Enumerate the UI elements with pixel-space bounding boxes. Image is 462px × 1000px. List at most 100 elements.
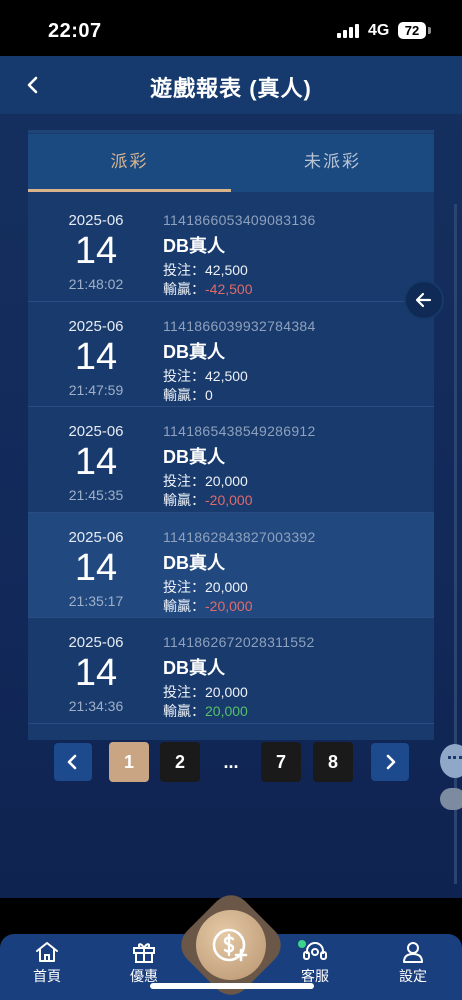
record-win: 輸贏：-42,500	[163, 279, 252, 299]
record-row[interactable]: 2025-06 14 21:35:17 1141862843827003392 …	[28, 512, 434, 618]
record-win: 輸贏：-20,000	[163, 596, 252, 616]
page-button-7[interactable]: 7	[261, 742, 301, 782]
bet-value: 20,000	[205, 684, 248, 700]
nav-item-support[interactable]: 客服	[285, 940, 345, 986]
bet-label: 投注：	[163, 578, 205, 595]
nav-item-promo[interactable]: 優惠	[114, 940, 174, 986]
page-ellipsis: ...	[223, 752, 239, 772]
record-day: 14	[74, 441, 118, 483]
nav-item-home[interactable]: 首頁	[17, 940, 77, 986]
record-row[interactable]: 2025-06 14 21:47:59 1141866039932784384 …	[28, 302, 434, 407]
nav-bar: 遊戲報表 (真人)	[0, 56, 462, 114]
record-game: DB真人	[163, 447, 225, 467]
home-icon	[36, 942, 58, 962]
record-bet: 投注：20,000	[163, 471, 248, 491]
nav-label-settings: 設定	[399, 968, 427, 984]
next-page-button[interactable]	[371, 743, 409, 781]
deposit-button[interactable]	[196, 910, 266, 980]
tab-underline	[28, 189, 231, 192]
record-time: 21:34:36	[68, 698, 124, 714]
win-label: 輸贏：	[163, 703, 205, 719]
bet-label: 投注：	[163, 473, 205, 489]
record-bet: 投注：20,000	[163, 682, 248, 702]
record-game: DB真人	[163, 341, 225, 362]
record-id: 1141862843827003392	[163, 528, 316, 545]
home-indicator	[150, 983, 314, 989]
prev-page-button[interactable]	[54, 743, 92, 781]
record-id: 1141865438549286912	[163, 423, 316, 439]
tab-paid-label: 派彩	[110, 152, 149, 171]
dollar-plus-icon	[212, 928, 248, 962]
record-id: 1141862672028311552	[163, 634, 315, 650]
record-row[interactable]: 2025-06 14 21:34:36 1141862672028311552 …	[28, 618, 434, 724]
gift-icon	[133, 943, 155, 963]
bet-value: 42,500	[205, 367, 248, 384]
bet-label: 投注：	[163, 262, 205, 278]
record-id: 1141866053409083136	[163, 212, 316, 228]
bet-value: 20,000	[205, 473, 248, 489]
record-win: 輸贏：-20,000	[163, 490, 252, 510]
battery-tip	[428, 27, 431, 34]
record-id: 1141866039932784384	[163, 317, 316, 334]
tab-unpaid[interactable]: 未派彩	[231, 134, 434, 192]
bet-value: 20,000	[205, 578, 248, 595]
record-month: 2025-06	[68, 634, 124, 651]
pagination: 1 2 ... 7 8	[0, 742, 462, 786]
arrow-left-icon	[415, 292, 432, 308]
record-month: 2025-06	[68, 317, 124, 335]
page-button-8[interactable]: 8	[313, 742, 353, 782]
tab-bar: 派彩 未派彩	[28, 134, 434, 192]
floating-toggle[interactable]	[440, 788, 462, 810]
win-value: 20,000	[205, 703, 248, 719]
record-month: 2025-06	[68, 423, 124, 440]
win-value: -20,000	[205, 597, 253, 614]
win-label: 輸贏：	[163, 281, 205, 297]
nav-label-home: 首頁	[33, 968, 61, 984]
record-game: DB真人	[163, 236, 225, 256]
record-day: 14	[74, 652, 118, 694]
chevron-left-icon	[67, 754, 77, 770]
bet-value: 42,500	[205, 262, 248, 278]
page-button-1[interactable]: 1	[109, 742, 149, 782]
record-win: 輸贏：0	[163, 385, 213, 405]
floating-chat-icon[interactable]	[440, 744, 462, 778]
bet-label: 投注：	[163, 367, 205, 384]
chevron-right-icon	[386, 754, 396, 770]
win-label: 輸贏：	[163, 597, 205, 614]
network-type: 4G	[368, 22, 390, 39]
report-card: 派彩 未派彩 2025-06 14 21:48:02 1141866053409…	[28, 130, 434, 740]
online-status-dot	[298, 940, 306, 948]
record-time: 21:45:35	[68, 487, 124, 503]
record-time: 21:35:17	[68, 592, 124, 609]
battery-icon: 72	[398, 22, 426, 39]
win-value: -42,500	[205, 281, 253, 297]
page-button-2[interactable]: 2	[160, 742, 200, 782]
page-title: 遊戲報表 (真人)	[150, 76, 312, 101]
tab-paid[interactable]: 派彩	[28, 134, 231, 192]
status-time: 22:07	[48, 20, 102, 42]
record-row[interactable]: 2025-06 14 21:45:35 1141865438549286912 …	[28, 407, 434, 513]
status-bar: 22:07 4G 72	[0, 0, 462, 56]
win-value: 0	[205, 386, 213, 403]
win-value: -20,000	[205, 492, 253, 508]
record-time: 21:48:02	[68, 276, 124, 292]
nav-item-settings[interactable]: 設定	[383, 940, 443, 986]
record-month: 2025-06	[68, 212, 124, 229]
record-bet: 投注：20,000	[163, 577, 248, 597]
signal-icon	[337, 24, 361, 38]
bet-label: 投注：	[163, 684, 205, 700]
record-bet: 投注：42,500	[163, 366, 248, 386]
record-month: 2025-06	[68, 528, 124, 546]
record-day: 14	[74, 230, 118, 272]
win-label: 輸贏：	[163, 386, 205, 403]
record-game: DB真人	[163, 552, 225, 573]
record-day: 14	[74, 546, 118, 589]
side-collapse-button[interactable]	[406, 282, 442, 318]
card-divider	[28, 130, 434, 133]
record-game: DB真人	[163, 658, 225, 678]
record-row[interactable]: 2025-06 14 21:48:02 1141866053409083136 …	[28, 196, 434, 302]
user-icon	[403, 942, 423, 963]
record-bet: 投注：42,500	[163, 260, 248, 280]
record-day: 14	[74, 335, 118, 378]
app-screen: 遊戲報表 (真人) 派彩 未派彩 2025-06 14 21:48:02 114…	[0, 56, 462, 898]
